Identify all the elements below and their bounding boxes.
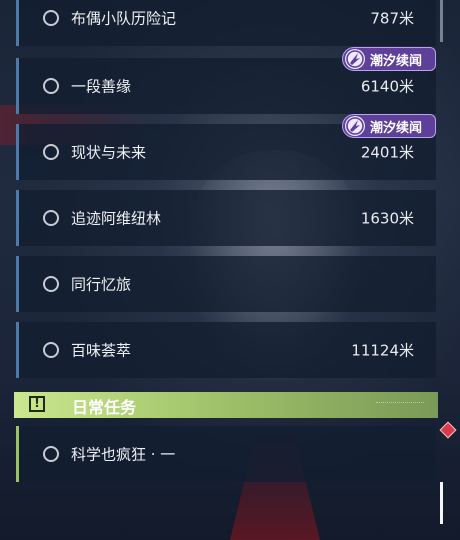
- quest-distance: 2401米: [360, 143, 414, 162]
- exclamation-icon: !: [29, 396, 45, 412]
- quest-row[interactable]: 追迹阿维纽林 1630米: [16, 190, 436, 246]
- quest-title: 布偶小队历险记: [71, 9, 177, 28]
- quest-title: 科学也疯狂 · 一: [71, 445, 176, 464]
- quest-status-circle-icon: [43, 342, 59, 358]
- quest-status-circle-icon: [43, 276, 59, 292]
- quest-status-circle-icon: [43, 210, 59, 226]
- story-badge: 潮汐续闻: [342, 47, 436, 71]
- quest-distance: 11124米: [351, 341, 414, 360]
- daily-quests-header[interactable]: ! 日常任务: [14, 392, 438, 418]
- quest-status-circle-icon: [43, 144, 59, 160]
- quest-title: 追迹阿维纽林: [71, 209, 162, 228]
- tidal-emblem-icon: [345, 116, 365, 136]
- quest-status-circle-icon: [43, 10, 59, 26]
- daily-quest-row[interactable]: 科学也疯狂 · 一: [16, 426, 436, 482]
- daily-quests-label: 日常任务: [72, 398, 137, 417]
- quest-title: 同行忆旅: [71, 275, 132, 294]
- badge-label: 潮汐续闻: [370, 121, 423, 136]
- badge-label: 潮汐续闻: [370, 54, 423, 69]
- scrollbar-thumb[interactable]: [440, 482, 443, 524]
- quest-row[interactable]: 百味荟萃 11124米: [16, 322, 436, 378]
- quest-row[interactable]: 同行忆旅: [16, 256, 436, 312]
- quest-distance: 6140米: [360, 77, 414, 96]
- quest-status-circle-icon: [43, 446, 59, 462]
- quest-title: 一段善缘: [71, 77, 132, 96]
- quest-distance: 1630米: [360, 209, 414, 228]
- story-badge: 潮汐续闻: [342, 114, 436, 138]
- quest-status-circle-icon: [43, 78, 59, 94]
- quest-title: 现状与未来: [71, 143, 147, 162]
- header-decoration: [376, 402, 424, 406]
- scrollbar-track: [440, 0, 443, 42]
- quest-distance: 787米: [370, 9, 414, 28]
- quest-title: 百味荟萃: [71, 341, 132, 360]
- tidal-emblem-icon: [345, 49, 365, 69]
- quest-row[interactable]: 布偶小队历险记 787米: [16, 0, 436, 46]
